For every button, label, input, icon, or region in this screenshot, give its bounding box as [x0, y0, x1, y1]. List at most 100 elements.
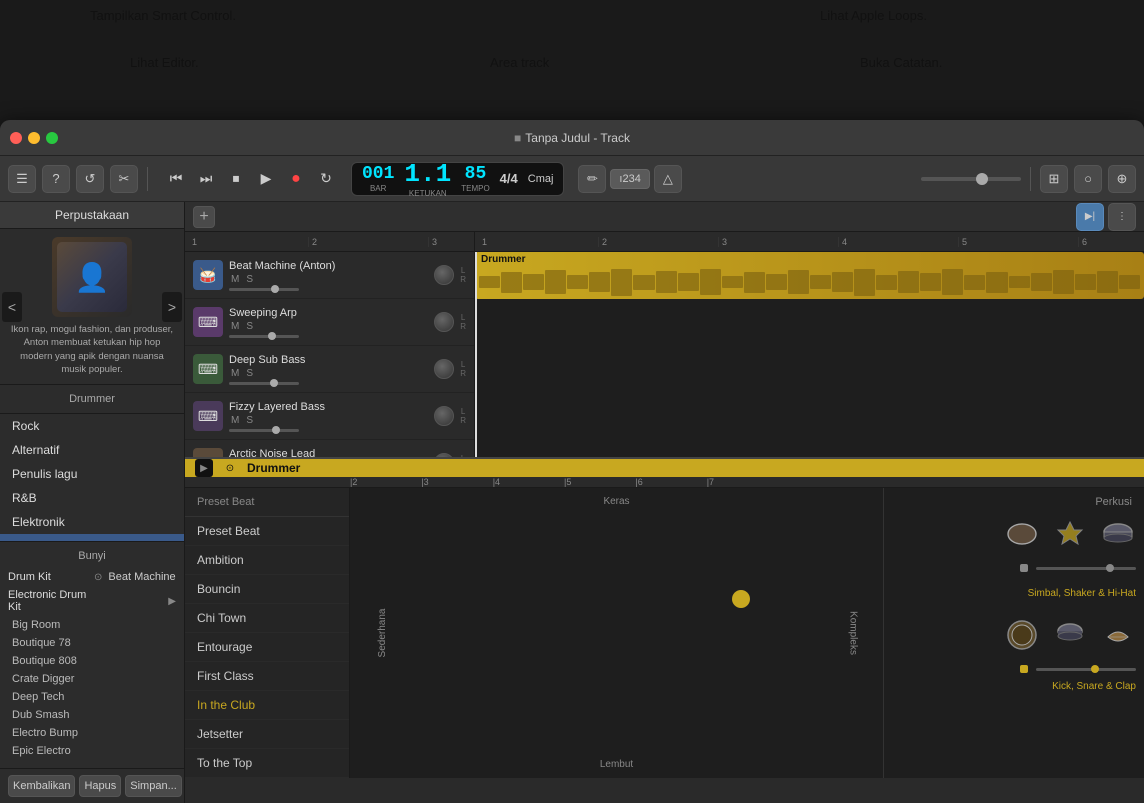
genre-rock[interactable]: Rock: [0, 414, 184, 438]
stop-button[interactable]: ⏹: [223, 166, 249, 192]
track-fader-3[interactable]: [229, 429, 299, 432]
track-pan-2[interactable]: [434, 359, 454, 379]
hapus-button[interactable]: Hapus: [79, 775, 121, 797]
volume-thumb[interactable]: [976, 173, 988, 185]
add-track-button[interactable]: +: [193, 206, 215, 228]
track-smart-button[interactable]: ▶|: [1076, 203, 1104, 231]
preset-first-class[interactable]: First Class: [185, 662, 349, 691]
annotation-apple-loops: Lihat Apple Loops.: [820, 8, 927, 23]
perc-icon-floor-tom[interactable]: [1004, 516, 1040, 552]
main-window: ■ Tanpa Judul - Track ☰ ? ↺ ✂ ⏮ ⏭ ⏹ ▶ ● …: [0, 120, 1144, 803]
track-fader-1[interactable]: [229, 335, 299, 338]
minimize-button[interactable]: [28, 132, 40, 144]
metronome-button[interactable]: △: [654, 165, 682, 193]
track-row-0[interactable]: 🥁 Beat Machine (Anton) M S: [185, 252, 474, 299]
perc-icon-snare[interactable]: [1100, 516, 1136, 552]
perc-icon-splash[interactable]: [1052, 516, 1088, 552]
track-fader-thumb-1[interactable]: [268, 332, 276, 340]
track-headers: 1 2 3 🥁 Beat Machine (Anton) M S: [185, 232, 475, 457]
track-list-header: + ▶| ⋮: [185, 202, 1144, 232]
mode-1234[interactable]: ı234: [610, 169, 649, 189]
perc-icon-snare-2[interactable]: [1052, 617, 1088, 653]
master-volume-slider[interactable]: [921, 177, 1021, 181]
kit-crate-digger[interactable]: Crate Digger: [8, 670, 176, 688]
apple-loops-button[interactable]: ⊕: [1108, 165, 1136, 193]
next-artist-button[interactable]: >: [162, 292, 182, 322]
fullscreen-button[interactable]: [46, 132, 58, 144]
perc-icon-kick[interactable]: [1004, 617, 1040, 653]
help-button[interactable]: ?: [42, 165, 70, 193]
kit-boutique808[interactable]: Boutique 808: [8, 652, 176, 670]
annotation-editor: Lihat Editor.: [130, 55, 199, 70]
perc-fader-1[interactable]: [1036, 567, 1136, 570]
genre-elektronik[interactable]: Elektronik: [0, 510, 184, 534]
perc-fader-2[interactable]: [1036, 668, 1136, 671]
track-solo-1[interactable]: S: [244, 321, 255, 332]
track-row-4[interactable]: ⌨ Arctic Noise Lead M S LR: [185, 440, 474, 457]
record-button[interactable]: ●: [283, 166, 309, 192]
track-row-3[interactable]: ⌨ Fizzy Layered Bass M S L: [185, 393, 474, 440]
clip-ruler-6: 6: [1079, 237, 1144, 247]
drummer-clip[interactable]: Drummer: [475, 252, 1144, 299]
smart-controls-button[interactable]: ⊞: [1040, 165, 1068, 193]
genre-hiphop[interactable]: Hip Hop ▶: [0, 534, 184, 541]
scissors-button[interactable]: ✂: [110, 165, 138, 193]
play-button[interactable]: ▶: [253, 166, 279, 192]
library-button[interactable]: ☰: [8, 165, 36, 193]
kit-big-room[interactable]: Big Room: [8, 616, 176, 634]
track-options-button[interactable]: ⋮: [1108, 203, 1136, 231]
kit-deep-tech[interactable]: Deep Tech: [8, 688, 176, 706]
beat-grid[interactable]: Keras Sederhana Lembut Kompleks: [350, 488, 884, 778]
track-mute-3[interactable]: M: [229, 415, 241, 426]
track-solo-0[interactable]: S: [244, 274, 255, 285]
track-mute-1[interactable]: M: [229, 321, 241, 332]
track-pan-0[interactable]: [434, 265, 454, 285]
preset-ambition[interactable]: Ambition: [185, 546, 349, 575]
track-mute-2[interactable]: M: [229, 368, 241, 379]
beat-position-dot[interactable]: [732, 590, 750, 608]
track-fader-thumb-0[interactable]: [271, 285, 279, 293]
simpan-button[interactable]: Simpan...: [125, 775, 181, 797]
fast-forward-button[interactable]: ⏭: [193, 166, 219, 192]
kit-epic-electro[interactable]: Epic Electro: [8, 742, 176, 760]
preset-jetsetter[interactable]: Jetsetter: [185, 720, 349, 749]
editor-button[interactable]: ○: [1074, 165, 1102, 193]
pencil-tool[interactable]: ✏: [578, 165, 606, 193]
track-mute-0[interactable]: M: [229, 274, 241, 285]
track-fader-thumb-3[interactable]: [272, 426, 280, 434]
preset-entourage[interactable]: Entourage: [185, 633, 349, 662]
prev-artist-button[interactable]: <: [2, 292, 22, 322]
electronic-kit-row[interactable]: Electronic Drum Kit ▶: [0, 586, 184, 616]
track-solo-2[interactable]: S: [244, 368, 255, 379]
close-button[interactable]: [10, 132, 22, 144]
preset-preset-beat[interactable]: Preset Beat: [185, 517, 349, 546]
track-fader-thumb-2[interactable]: [270, 379, 278, 387]
kembalikan-button[interactable]: Kembalikan: [8, 775, 75, 797]
perc-fader-2-thumb[interactable]: [1091, 665, 1099, 673]
preset-bouncin[interactable]: Bouncin: [185, 575, 349, 604]
editor-play-button[interactable]: ▶: [195, 459, 213, 477]
preset-to-the-top[interactable]: To the Top: [185, 749, 349, 778]
track-row-1[interactable]: ⌨ Sweeping Arp M S LR: [185, 299, 474, 346]
perc-icon-clap[interactable]: [1100, 617, 1136, 653]
genre-penulis[interactable]: Penulis lagu: [0, 462, 184, 486]
loop-button[interactable]: ↻: [313, 166, 339, 192]
preset-in-the-club[interactable]: In the Club: [185, 691, 349, 720]
track-row-2[interactable]: ⌨ Deep Sub Bass M S LR: [185, 346, 474, 393]
genre-rnb[interactable]: R&B: [0, 486, 184, 510]
drum-kit-row[interactable]: Drum Kit ⊙ Beat Machine: [0, 568, 184, 586]
genre-alternatif[interactable]: Alternatif: [0, 438, 184, 462]
track-pan-1[interactable]: [434, 312, 454, 332]
kit-boutique78[interactable]: Boutique 78: [8, 634, 176, 652]
track-pan-3[interactable]: [434, 406, 454, 426]
kit-dub-smash[interactable]: Dub Smash: [8, 706, 176, 724]
perc-fader-1-thumb[interactable]: [1106, 564, 1114, 572]
editor-cycle-button[interactable]: ⊙: [221, 459, 239, 477]
undo-button[interactable]: ↺: [76, 165, 104, 193]
track-fader-2[interactable]: [229, 382, 299, 385]
rewind-button[interactable]: ⏮: [163, 166, 189, 192]
kit-electro-bump[interactable]: Electro Bump: [8, 724, 176, 742]
preset-chitown[interactable]: Chi Town: [185, 604, 349, 633]
track-solo-3[interactable]: S: [244, 415, 255, 426]
track-fader-0[interactable]: [229, 288, 299, 291]
